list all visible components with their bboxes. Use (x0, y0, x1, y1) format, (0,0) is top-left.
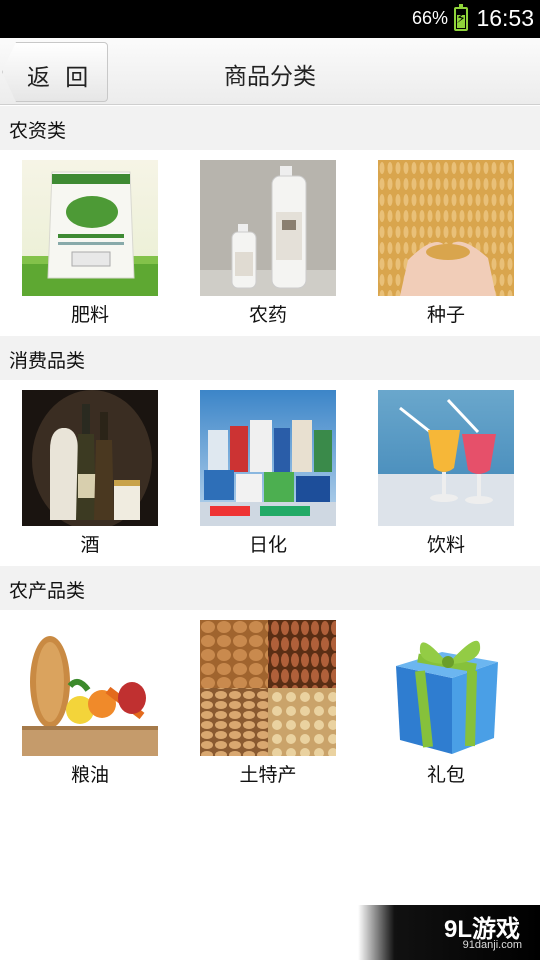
battery-percent: 66% (411, 8, 448, 28)
category-item-household-products[interactable]: 日化 (178, 380, 358, 566)
title-bar: 返 回 商品分类 (0, 38, 540, 105)
household-products-image (200, 390, 336, 526)
category-item-grain-oil[interactable]: 粮油 (0, 610, 180, 796)
category-label: 日化 (248, 534, 287, 556)
section-header-farm-products: 农产品类 (0, 566, 540, 610)
category-label: 粮油 (70, 764, 109, 786)
watermark: 9L游戏 91danji.com (358, 905, 540, 960)
status-bar: 66% ⚡ 16:53 (0, 0, 540, 38)
battery-icon: ⚡ (454, 4, 468, 31)
category-item-drinks[interactable]: 饮料 (356, 380, 536, 566)
section-title: 消费品类 (9, 350, 86, 372)
category-item-seeds[interactable]: 种子 (356, 150, 536, 336)
category-item-local-specialties[interactable]: 土特产 (178, 610, 358, 796)
category-item-liquor[interactable]: 酒 (0, 380, 180, 566)
category-label: 礼包 (426, 764, 465, 786)
category-grid-agricultural-supplies: 肥料 农药 种子 (0, 150, 540, 336)
liquor-bottles-image (22, 390, 158, 526)
category-grid-farm-products: 粮油 土特产 礼包 (0, 610, 540, 796)
category-label: 肥料 (70, 304, 109, 326)
section-header-agricultural-supplies: 农资类 (0, 106, 540, 150)
clock: 16:53 (476, 5, 534, 31)
juice-glasses-image (378, 390, 514, 526)
gift-box-image (378, 620, 514, 756)
category-label: 酒 (80, 534, 100, 556)
grocery-bag-image (22, 620, 158, 756)
category-item-pesticide[interactable]: 农药 (178, 150, 358, 336)
page-title: 商品分类 (224, 64, 316, 90)
fertilizer-bag-image (22, 160, 158, 296)
category-item-gift-pack[interactable]: 礼包 (356, 610, 536, 796)
watermark-url: 91danji.com (462, 939, 522, 951)
category-label: 土特产 (239, 764, 297, 786)
category-grid-consumer-goods: 酒 日化 饮料 (0, 380, 540, 566)
section-header-consumer-goods: 消费品类 (0, 336, 540, 380)
nuts-image (200, 620, 336, 756)
wheat-seeds-image (378, 160, 514, 296)
category-label: 种子 (426, 304, 465, 326)
pesticide-bottles-image (200, 160, 336, 296)
section-title: 农资类 (9, 120, 67, 142)
section-title: 农产品类 (9, 580, 86, 602)
category-label: 饮料 (426, 534, 465, 556)
category-label: 农药 (248, 304, 287, 326)
category-item-fertilizer[interactable]: 肥料 (0, 150, 180, 336)
